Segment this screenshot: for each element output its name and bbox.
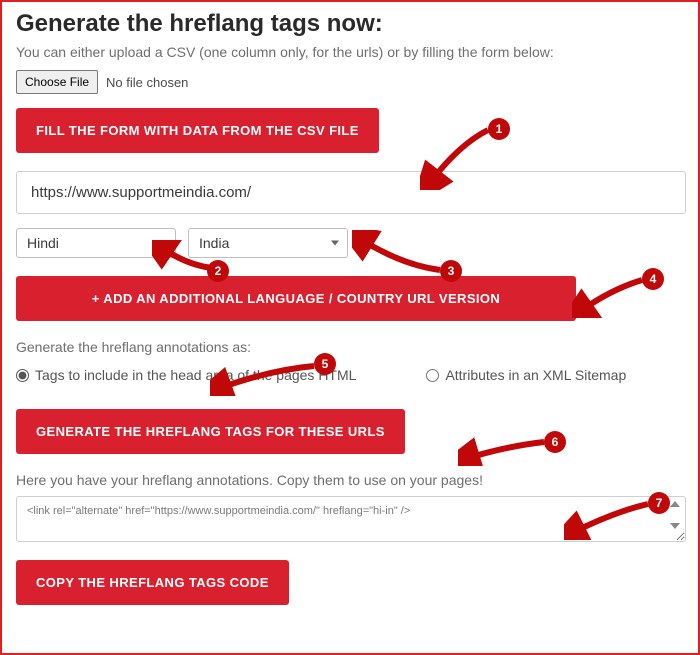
- choose-file-button[interactable]: Choose File: [16, 70, 98, 94]
- radio-sitemap-input[interactable]: [426, 369, 439, 382]
- callout-badge-3: 3: [440, 260, 462, 282]
- app-frame: Generate the hreflang tags now: You can …: [0, 0, 700, 655]
- callout-badge-5: 5: [314, 353, 336, 375]
- country-select-value: India: [199, 235, 229, 251]
- chevron-down-icon: [159, 241, 167, 246]
- url-input[interactable]: [16, 171, 686, 214]
- language-select[interactable]: Hindi: [16, 228, 176, 258]
- copy-button[interactable]: COPY THE HREFLANG TAGS CODE: [16, 560, 289, 605]
- add-version-button[interactable]: + ADD AN ADDITIONAL LANGUAGE / COUNTRY U…: [16, 276, 576, 321]
- annotations-label: Generate the hreflang annotations as:: [16, 339, 684, 355]
- callout-badge-1: 1: [488, 118, 510, 140]
- callout-badge-2: 2: [207, 260, 229, 282]
- chevron-down-icon: [331, 241, 339, 246]
- radio-head-option[interactable]: Tags to include in the head area of the …: [16, 367, 356, 383]
- scroll-down-icon: [670, 523, 680, 529]
- callout-badge-7: 7: [648, 492, 670, 514]
- radio-head-input[interactable]: [16, 369, 29, 382]
- radio-sitemap-option[interactable]: Attributes in an XML Sitemap: [426, 367, 626, 383]
- output-textarea[interactable]: <link rel="alternate" href="https://www.…: [16, 496, 686, 542]
- generate-button[interactable]: GENERATE THE HREFLANG TAGS FOR THESE URL…: [16, 409, 405, 454]
- output-code: <link rel="alternate" href="https://www.…: [27, 505, 410, 517]
- radio-head-label: Tags to include in the head area of the …: [35, 367, 356, 383]
- output-label: Here you have your hreflang annotations.…: [16, 472, 684, 488]
- scroll-up-icon: [670, 501, 680, 507]
- instructions-text: You can either upload a CSV (one column …: [16, 44, 684, 60]
- radio-sitemap-label: Attributes in an XML Sitemap: [445, 367, 626, 383]
- callout-badge-4: 4: [642, 268, 664, 290]
- arrow-icon-4: [572, 274, 652, 318]
- lang-country-row: Hindi India: [16, 228, 684, 258]
- file-upload-row: Choose File No file chosen: [16, 70, 684, 94]
- fill-from-csv-button[interactable]: FILL THE FORM WITH DATA FROM THE CSV FIL…: [16, 108, 379, 153]
- file-status-text: No file chosen: [106, 75, 188, 90]
- arrow-icon-6: [458, 434, 552, 466]
- country-select[interactable]: India: [188, 228, 348, 258]
- callout-badge-6: 6: [544, 431, 566, 453]
- page-title: Generate the hreflang tags now:: [16, 10, 684, 38]
- language-select-value: Hindi: [27, 235, 59, 251]
- radio-row: Tags to include in the head area of the …: [16, 367, 684, 383]
